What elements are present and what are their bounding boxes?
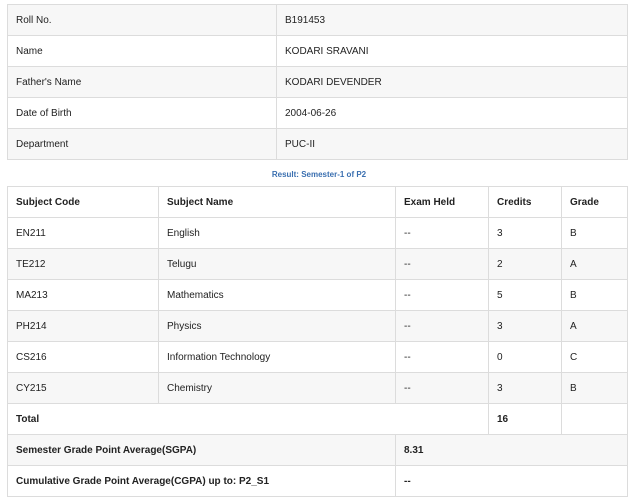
sgpa-value: 8.31 xyxy=(395,434,628,466)
name-label: Name xyxy=(7,35,277,67)
department-label: Department xyxy=(7,128,277,160)
credits: 3 xyxy=(488,372,562,404)
cgpa-value: -- xyxy=(395,465,628,497)
subject-name: Telugu xyxy=(158,248,396,280)
total-credits: 16 xyxy=(488,403,562,435)
subject-code: TE212 xyxy=(7,248,159,280)
grade: B xyxy=(561,372,628,404)
exam-held: -- xyxy=(395,248,489,280)
roll-no-value: B191453 xyxy=(276,4,628,36)
student-row: Name KODARI SRAVANI xyxy=(7,35,628,67)
total-row: Total 16 xyxy=(7,403,628,435)
header-subject-code: Subject Code xyxy=(7,186,159,218)
header-subject-name: Subject Name xyxy=(158,186,396,218)
credits: 3 xyxy=(488,310,562,342)
exam-held: -- xyxy=(395,310,489,342)
results-table: Subject Code Subject Name Exam Held Cred… xyxy=(7,186,628,497)
subject-row: TE212 Telugu -- 2 A xyxy=(7,248,628,280)
subject-name: English xyxy=(158,217,396,249)
grade: C xyxy=(561,341,628,373)
student-row: Date of Birth 2004-06-26 xyxy=(7,97,628,129)
roll-no-label: Roll No. xyxy=(7,4,277,36)
subject-row: PH214 Physics -- 3 A xyxy=(7,310,628,342)
result-caption: Result: Semester-1 of P2 xyxy=(271,170,367,179)
subject-name: Mathematics xyxy=(158,279,396,311)
total-label: Total xyxy=(7,403,489,435)
subject-code: CY215 xyxy=(7,372,159,404)
results-header-row: Subject Code Subject Name Exam Held Cred… xyxy=(7,186,628,218)
subject-code: PH214 xyxy=(7,310,159,342)
subject-code: EN211 xyxy=(7,217,159,249)
exam-held: -- xyxy=(395,217,489,249)
header-exam-held: Exam Held xyxy=(395,186,489,218)
father-name-value: KODARI DEVENDER xyxy=(276,66,628,98)
credits: 3 xyxy=(488,217,562,249)
father-name-label: Father's Name xyxy=(7,66,277,98)
dob-value: 2004-06-26 xyxy=(276,97,628,129)
cgpa-label: Cumulative Grade Point Average(CGPA) up … xyxy=(7,465,396,497)
credits: 2 xyxy=(488,248,562,280)
sgpa-label: Semester Grade Point Average(SGPA) xyxy=(7,434,396,466)
subject-code: CS216 xyxy=(7,341,159,373)
subject-code: MA213 xyxy=(7,279,159,311)
subject-name: Chemistry xyxy=(158,372,396,404)
student-row: Roll No. B191453 xyxy=(7,4,628,36)
grade: A xyxy=(561,248,628,280)
subject-name: Physics xyxy=(158,310,396,342)
grade: B xyxy=(561,279,628,311)
subject-name: Information Technology xyxy=(158,341,396,373)
grade: A xyxy=(561,310,628,342)
exam-held: -- xyxy=(395,372,489,404)
sgpa-row: Semester Grade Point Average(SGPA) 8.31 xyxy=(7,434,628,466)
subject-row: CY215 Chemistry -- 3 B xyxy=(7,372,628,404)
dob-label: Date of Birth xyxy=(7,97,277,129)
exam-held: -- xyxy=(395,279,489,311)
student-row: Department PUC-II xyxy=(7,128,628,160)
subject-row: MA213 Mathematics -- 5 B xyxy=(7,279,628,311)
header-credits: Credits xyxy=(488,186,562,218)
subject-row: CS216 Information Technology -- 0 C xyxy=(7,341,628,373)
student-info-table: Roll No. B191453 Name KODARI SRAVANI Fat… xyxy=(7,4,628,160)
total-grade-empty xyxy=(561,403,628,435)
credits: 5 xyxy=(488,279,562,311)
credits: 0 xyxy=(488,341,562,373)
student-row: Father's Name KODARI DEVENDER xyxy=(7,66,628,98)
subject-row: EN211 English -- 3 B xyxy=(7,217,628,249)
cgpa-row: Cumulative Grade Point Average(CGPA) up … xyxy=(7,465,628,497)
header-grade: Grade xyxy=(561,186,628,218)
name-value: KODARI SRAVANI xyxy=(276,35,628,67)
grade: B xyxy=(561,217,628,249)
department-value: PUC-II xyxy=(276,128,628,160)
exam-held: -- xyxy=(395,341,489,373)
